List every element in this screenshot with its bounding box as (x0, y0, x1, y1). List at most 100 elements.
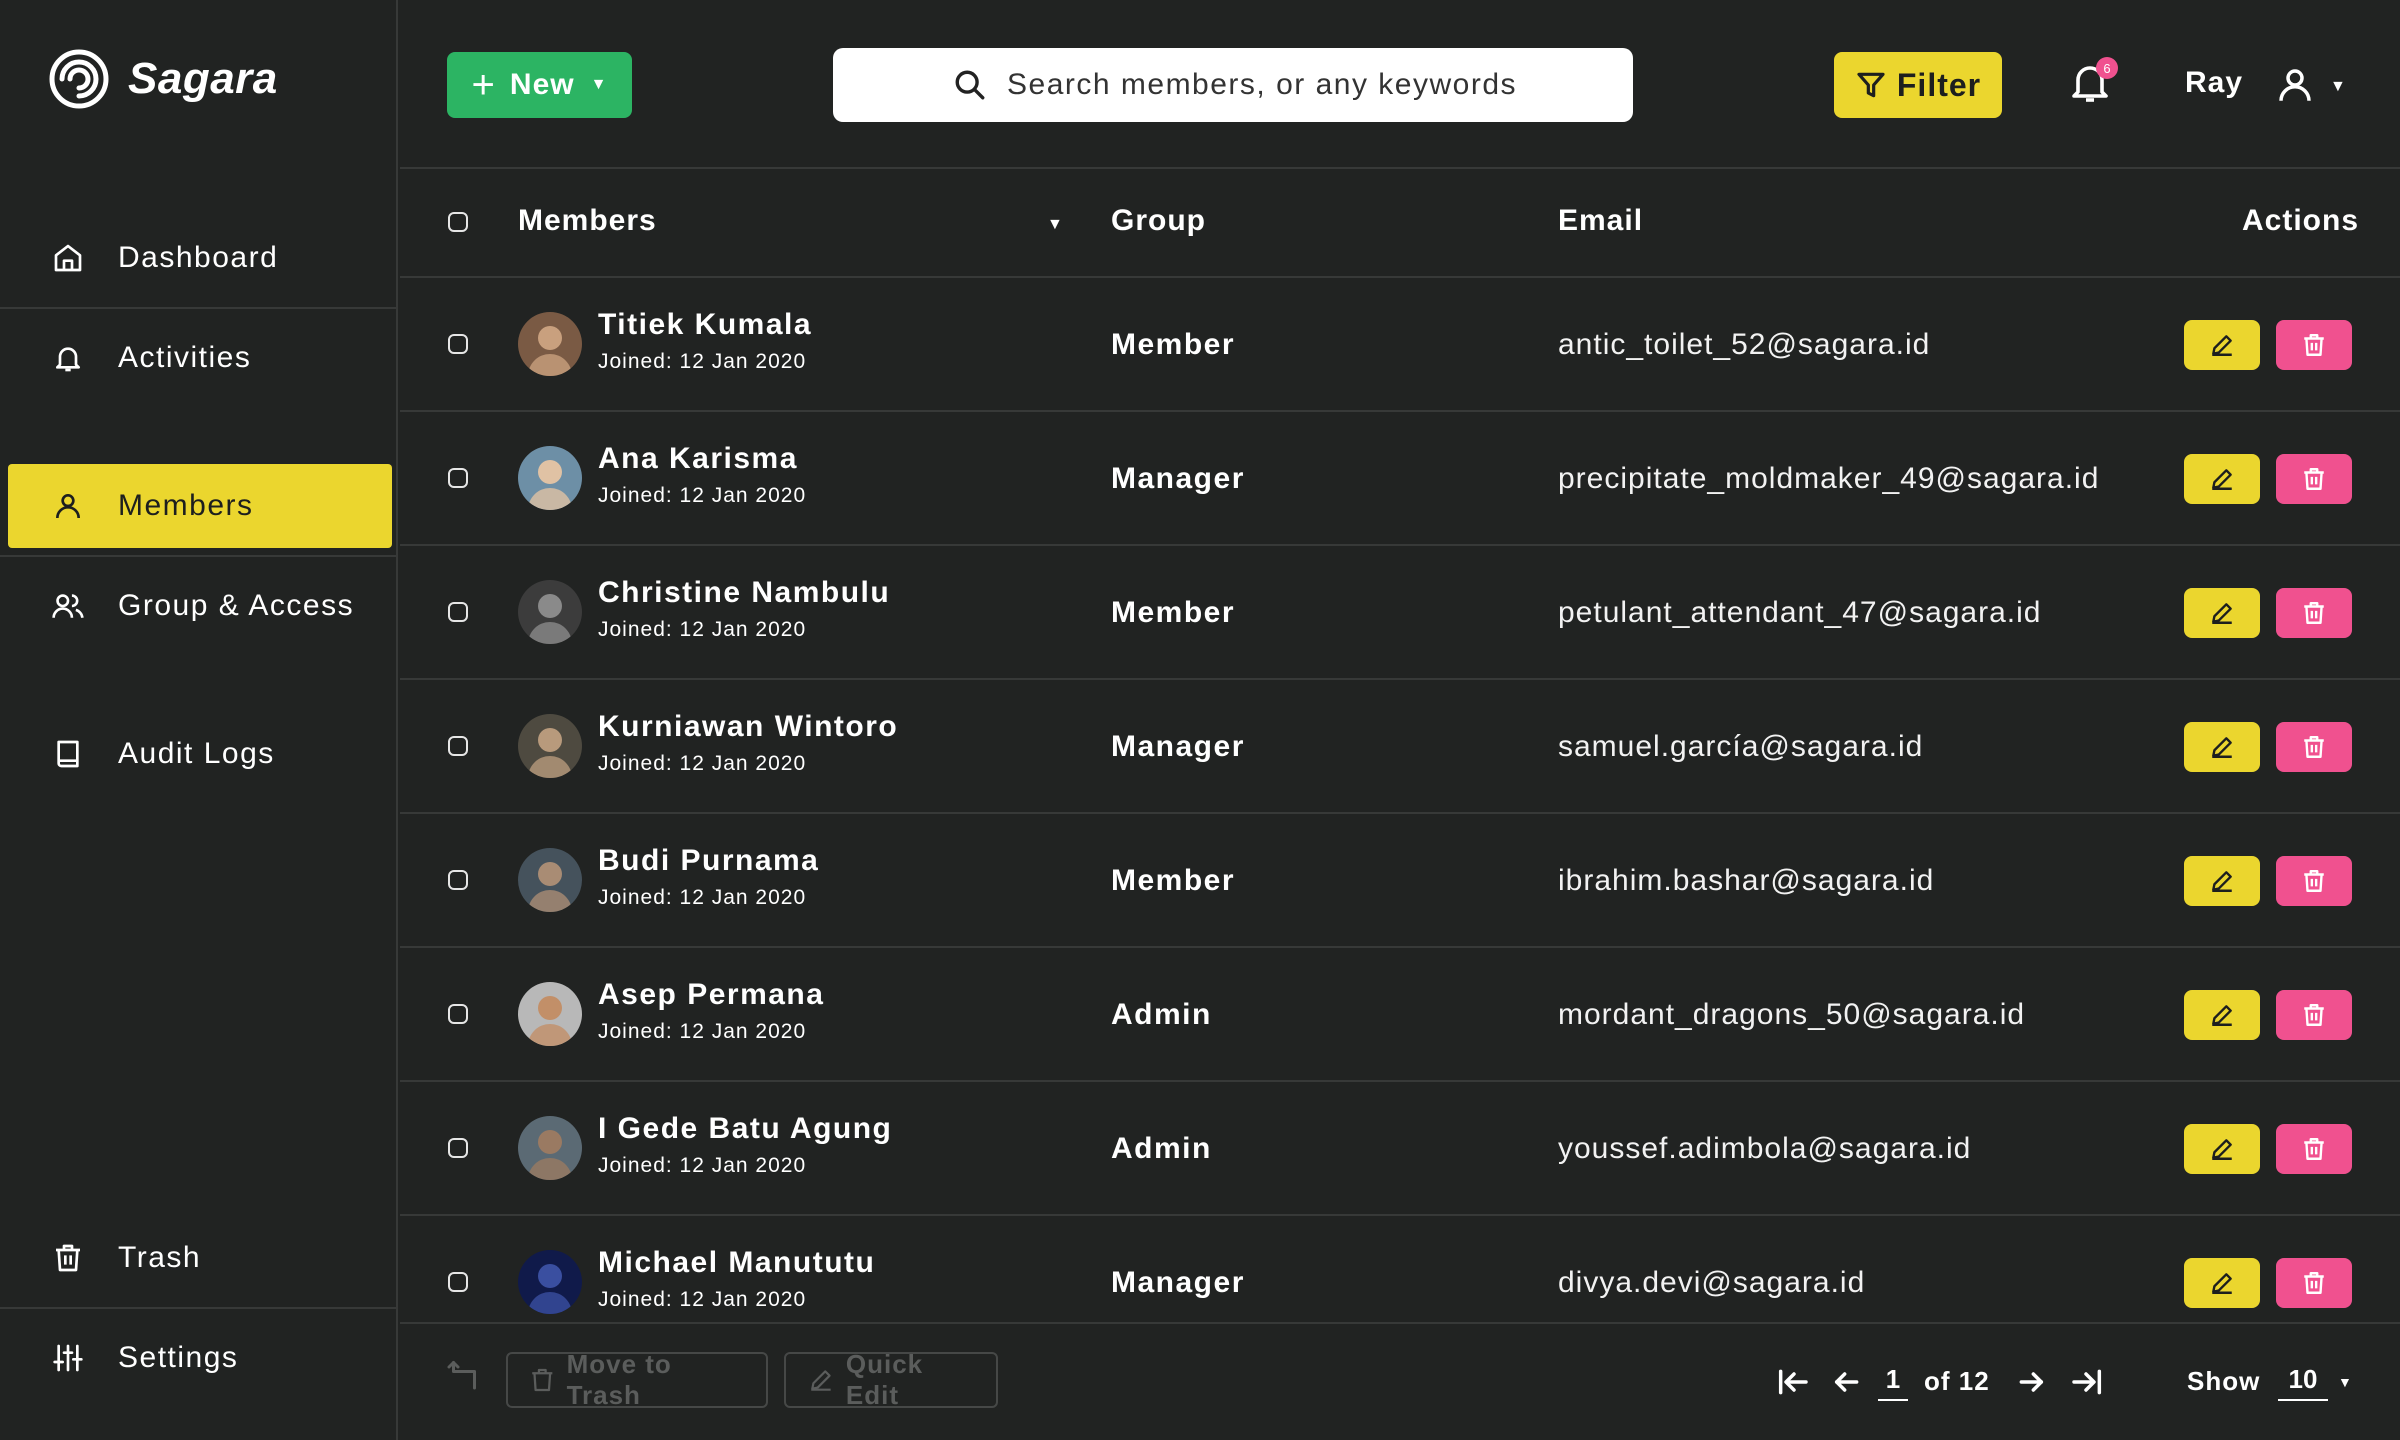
sidebar-item-settings[interactable]: Settings (8, 1316, 392, 1400)
select-all-checkbox[interactable] (448, 212, 468, 232)
table-row[interactable]: Ana Karisma Joined: 12 Jan 2020 Manager pre… (400, 412, 2400, 546)
sort-members-icon[interactable]: ▼ (1047, 216, 1063, 234)
table-row[interactable]: Titiek Kumala Joined: 12 Jan 2020 Member an… (400, 278, 2400, 412)
app-logo[interactable]: Sagara (48, 48, 278, 110)
new-button[interactable]: + New ▼ (447, 52, 632, 118)
table-row[interactable]: Kurniawan Wintoro Joined: 12 Jan 2020 Mana… (400, 680, 2400, 814)
filter-button[interactable]: Filter (1834, 52, 2002, 118)
edit-button[interactable] (2184, 856, 2260, 906)
sidebar-item-label: Activities (118, 341, 252, 374)
pencil-icon (2209, 466, 2235, 492)
trash-icon (2302, 600, 2326, 626)
book-icon (48, 734, 88, 774)
member-joined-date: Joined: 12 Jan 2020 (598, 886, 807, 909)
search-bar[interactable] (833, 48, 1633, 122)
trash-icon (2302, 466, 2326, 492)
header-divider (400, 167, 2400, 169)
member-joined-date: Joined: 12 Jan 2020 (598, 350, 807, 373)
row-checkbox[interactable] (448, 334, 468, 354)
delete-button[interactable] (2276, 856, 2352, 906)
delete-button[interactable] (2276, 990, 2352, 1040)
search-input[interactable] (1007, 68, 1607, 102)
pencil-icon (2209, 1136, 2235, 1162)
member-name[interactable]: Budi Purnama (598, 844, 819, 878)
member-name[interactable]: Kurniawan Wintoro (598, 710, 898, 744)
new-button-label: New (509, 68, 575, 101)
page-total: of 12 (1924, 1366, 1990, 1396)
edit-button[interactable] (2184, 990, 2260, 1040)
user-name[interactable]: Ray (2185, 66, 2243, 100)
app-name: Sagara (128, 54, 278, 103)
member-email: petulant_attendant_47@sagara.id (1558, 596, 2042, 629)
row-checkbox[interactable] (448, 736, 468, 756)
show-label: Show (2187, 1366, 2261, 1396)
edit-button[interactable] (2184, 722, 2260, 772)
edit-button[interactable] (2184, 454, 2260, 504)
edit-button[interactable] (2184, 320, 2260, 370)
row-checkbox[interactable] (448, 1272, 468, 1292)
user-menu-chevron-icon[interactable]: ▼ (2330, 78, 2346, 96)
sidebar-item-trash[interactable]: Trash (8, 1216, 392, 1300)
last-page-icon[interactable] (2068, 1366, 2104, 1398)
trash-icon (2302, 1270, 2326, 1296)
sidebar-item-group-access[interactable]: Group & Access (8, 564, 392, 648)
edit-button[interactable] (2184, 588, 2260, 638)
member-email: mordant_dragons_50@sagara.id (1558, 998, 2026, 1031)
row-checkbox[interactable] (448, 1004, 468, 1024)
delete-button[interactable] (2276, 1258, 2352, 1308)
delete-button[interactable] (2276, 454, 2352, 504)
member-name[interactable]: I Gede Batu Agung (598, 1112, 892, 1146)
pencil-icon (2209, 1270, 2235, 1296)
member-group: Admin (1111, 998, 1212, 1031)
sidebar-item-dashboard[interactable]: Dashboard (8, 216, 392, 300)
member-group: Manager (1111, 462, 1245, 495)
row-checkbox[interactable] (448, 1138, 468, 1158)
avatar (518, 848, 582, 912)
table-row[interactable]: Asep Permana Joined: 12 Jan 2020 Admin mord… (400, 948, 2400, 1082)
move-to-trash-label: Move to Trash (566, 1349, 672, 1410)
move-to-trash-button[interactable]: Move to Trash (506, 1349, 768, 1410)
delete-button[interactable] (2276, 722, 2352, 772)
row-checkbox[interactable] (448, 870, 468, 890)
member-name[interactable]: Christine Nambulu (598, 576, 890, 610)
sidebar-item-audit-logs[interactable]: Audit Logs (8, 712, 392, 796)
column-header-group: Group (1111, 204, 1206, 237)
page-size-select[interactable]: 10 (2278, 1364, 2328, 1401)
user-avatar-icon[interactable] (2274, 64, 2316, 106)
member-name[interactable]: Ana Karisma (598, 442, 798, 476)
notification-badge: 6 (2096, 57, 2118, 79)
member-name[interactable]: Titiek Kumala (598, 308, 812, 342)
delete-button[interactable] (2276, 320, 2352, 370)
column-header-actions: Actions (2242, 204, 2360, 237)
pencil-icon (2209, 734, 2235, 760)
edit-button[interactable] (2184, 1258, 2260, 1308)
delete-button[interactable] (2276, 1124, 2352, 1174)
table-row[interactable]: Budi Purnama Joined: 12 Jan 2020 Member ibr… (400, 814, 2400, 948)
edit-button[interactable] (2184, 1124, 2260, 1174)
member-joined-date: Joined: 12 Jan 2020 (598, 1020, 807, 1043)
page-size-chevron-icon[interactable]: ▼ (2338, 1374, 2352, 1390)
member-joined-date: Joined: 12 Jan 2020 (598, 1288, 807, 1311)
member-email: antic_toilet_52@sagara.id (1558, 328, 1931, 361)
sidebar-item-activities[interactable]: Activities (8, 316, 392, 400)
sidebar-item-label: Dashboard (118, 241, 279, 274)
table-row[interactable]: Christine Nambulu Joined: 12 Jan 2020 Memb… (400, 546, 2400, 680)
quick-edit-button[interactable]: Quick Edit (784, 1349, 998, 1410)
avatar (518, 446, 582, 510)
first-page-icon[interactable] (1776, 1366, 1812, 1398)
trash-icon (2302, 1002, 2326, 1028)
previous-page-icon[interactable] (1830, 1366, 1862, 1398)
row-checkbox[interactable] (448, 602, 468, 622)
next-page-icon[interactable] (2016, 1366, 2048, 1398)
table-row[interactable]: I Gede Batu Agung Joined: 12 Jan 2020 Admi… (400, 1082, 2400, 1216)
current-page-input[interactable]: 1 (1878, 1364, 1908, 1401)
member-name[interactable]: Michael Manututu (598, 1246, 875, 1280)
sidebar-item-members[interactable]: Members (8, 464, 392, 548)
delete-button[interactable] (2276, 588, 2352, 638)
sidebar-item-label: Settings (118, 1341, 239, 1374)
avatar (518, 312, 582, 376)
member-name[interactable]: Asep Permana (598, 978, 824, 1012)
row-checkbox[interactable] (448, 468, 468, 488)
column-header-members[interactable]: Members (518, 204, 657, 238)
avatar (518, 714, 582, 778)
